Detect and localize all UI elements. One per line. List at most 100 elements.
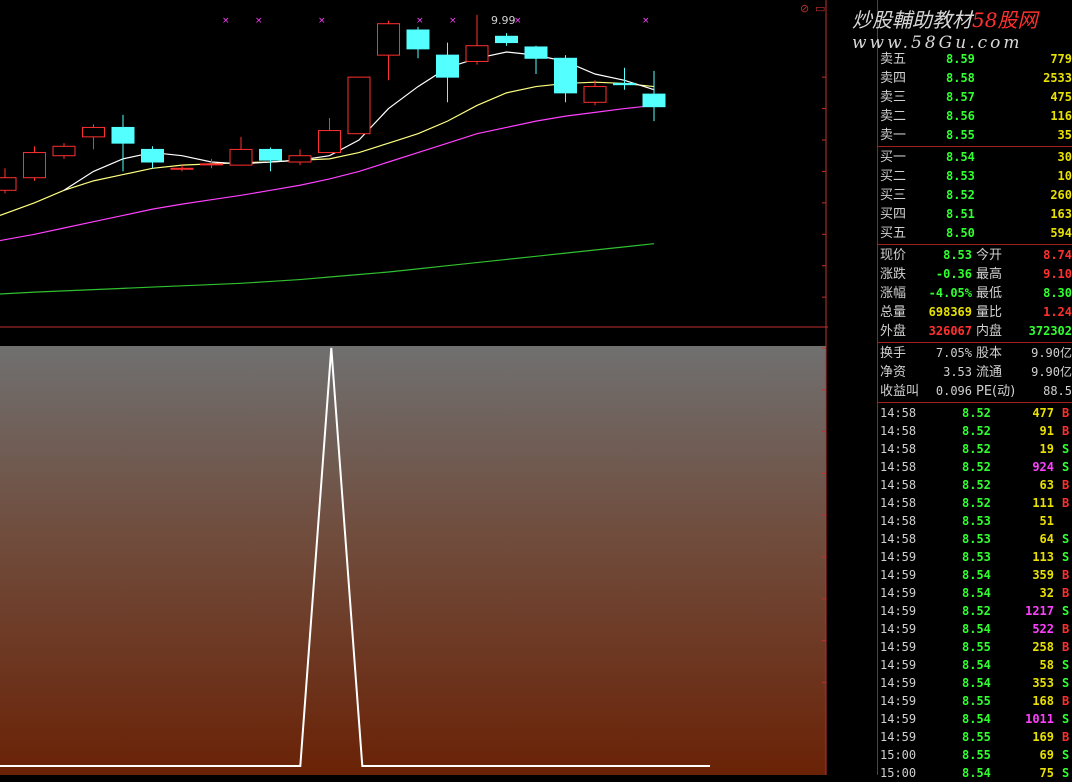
signal-marker: × — [449, 16, 457, 26]
stat-value: 8.30 — [1043, 286, 1072, 300]
ask-label: 卖四 — [880, 71, 907, 86]
stat-value: 0.096 — [935, 384, 972, 398]
ask-volume: 475 — [1050, 90, 1072, 104]
stat-value: 372302 — [1028, 324, 1072, 338]
tick-volume: 111 — [1032, 496, 1054, 510]
stat-label: 量比 — [976, 305, 1003, 320]
bid-row[interactable]: 买一 8.54 30 — [878, 148, 1072, 167]
candle-body — [23, 152, 46, 179]
tick-volume: 91 — [1039, 424, 1054, 438]
bid-price: 8.54 — [946, 150, 975, 164]
tick-price: 8.54 — [962, 568, 991, 582]
bid-label: 买五 — [880, 226, 907, 241]
candle-body — [583, 86, 607, 103]
signal-marker: × — [318, 16, 326, 26]
separator — [878, 342, 1072, 343]
bid-price: 8.50 — [946, 226, 975, 240]
tick-price: 8.52 — [962, 496, 991, 510]
bid-row[interactable]: 买五 8.50 594 — [878, 224, 1072, 243]
tick-row: 14:58 8.52 111 B — [878, 494, 1072, 512]
stat-value: -0.36 — [935, 267, 972, 281]
candle-body — [554, 57, 577, 94]
separator — [878, 146, 1072, 147]
ask-row[interactable]: 卖四 8.58 2533 — [878, 69, 1072, 88]
bid-volume: 30 — [1057, 150, 1072, 164]
tick-volume: 19 — [1039, 442, 1054, 456]
bid-price: 8.51 — [946, 207, 975, 221]
bid-row[interactable]: 买二 8.53 10 — [878, 167, 1072, 186]
signal-marker: × — [222, 16, 230, 26]
tick-time: 14:59 — [880, 676, 917, 690]
stat-value: -4.05% — [928, 286, 972, 300]
tick-volume: 353 — [1032, 676, 1054, 690]
bid-volume: 594 — [1050, 226, 1072, 240]
bid-price: 8.52 — [946, 188, 975, 202]
tick-side: B — [1062, 730, 1070, 744]
candle-body — [377, 23, 400, 56]
chart-area[interactable]: 9.008.508.007.507.006.506.005.50×××××××9… — [0, 0, 828, 775]
tick-row: 14:59 8.54 353 S — [878, 674, 1072, 692]
candle-body — [170, 167, 194, 170]
stat-row: 涨跌 -0.36 最高 9.10 — [878, 265, 1072, 284]
candle-body — [52, 145, 76, 157]
tick-time: 14:58 — [880, 514, 917, 528]
tick-row: 14:58 8.52 477 B — [878, 404, 1072, 422]
stat-row: 现价 8.53 今开 8.74 — [878, 246, 1072, 265]
separator — [878, 402, 1072, 403]
ask-row[interactable]: 卖三 8.57 475 — [878, 88, 1072, 107]
tick-time: 15:00 — [880, 748, 917, 762]
bid-row[interactable]: 买四 8.51 163 — [878, 205, 1072, 224]
ask-row[interactable]: 卖一 8.55 35 — [878, 126, 1072, 145]
tick-volume: 522 — [1032, 622, 1054, 636]
bid-row[interactable]: 买三 8.52 260 — [878, 186, 1072, 205]
bid-label: 买四 — [880, 207, 907, 222]
tick-row: 14:58 8.52 91 B — [878, 422, 1072, 440]
stat-value: 1.24 — [1043, 305, 1072, 319]
ask-volume: 116 — [1050, 109, 1072, 123]
tick-price: 8.54 — [962, 712, 991, 726]
stat-label: 外盘 — [880, 324, 907, 339]
candle-body — [613, 82, 636, 86]
tick-time: 14:59 — [880, 640, 917, 654]
settings-icon[interactable]: ⊘ — [800, 2, 809, 15]
tick-side: B — [1062, 586, 1070, 600]
tick-price: 8.52 — [962, 604, 991, 618]
candle-body — [259, 148, 282, 161]
window-restore-icon[interactable]: ▭ — [815, 2, 825, 15]
tick-volume: 75 — [1039, 766, 1054, 780]
tick-price: 8.52 — [962, 442, 991, 456]
tick-volume: 58 — [1039, 658, 1054, 672]
tick-side: B — [1062, 478, 1070, 492]
tick-volume: 924 — [1032, 460, 1054, 474]
tick-side: B — [1062, 568, 1070, 582]
tick-row: 14:59 8.55 258 B — [878, 638, 1072, 656]
candle-body — [347, 76, 371, 135]
tick-row: 14:59 8.54 32 B — [878, 584, 1072, 602]
signal-marker: × — [255, 16, 263, 26]
price-chart[interactable]: 9.008.508.007.507.006.506.005.50×××××××9… — [0, 0, 828, 328]
stat-label: 净资 — [880, 365, 907, 380]
tick-side: S — [1062, 442, 1070, 456]
stat-row: 外盘 326067 内盘 372302 — [878, 322, 1072, 341]
brand-url: www.58Gu.com — [852, 33, 1023, 53]
tick-price: 8.55 — [962, 730, 991, 744]
stat-label: 涨跌 — [880, 267, 907, 282]
stat-label: 涨幅 — [880, 286, 907, 301]
ask-row[interactable]: 卖二 8.56 116 — [878, 107, 1072, 126]
stat-value: 8.53 — [943, 248, 972, 262]
stat-label: 最低 — [976, 286, 1003, 301]
tick-price: 8.55 — [962, 748, 991, 762]
high-price-label: 9.99 — [491, 14, 516, 27]
tick-volume: 359 — [1032, 568, 1054, 582]
tick-side: S — [1062, 676, 1070, 690]
candle-body — [111, 126, 135, 144]
tick-volume: 258 — [1032, 640, 1054, 654]
tick-row: 14:59 8.54 522 B — [878, 620, 1072, 638]
candle-body — [82, 126, 105, 138]
indicator-background — [0, 346, 826, 775]
tick-row: 15:00 8.55 69 S — [878, 746, 1072, 764]
indicator-chart[interactable]: 1.000.900.800.700.600.500.400.300.20 — [0, 328, 828, 775]
brand-title: 炒股輔助教材58股网 — [852, 8, 1038, 32]
tick-side: S — [1062, 766, 1070, 780]
tick-side: S — [1062, 550, 1070, 564]
